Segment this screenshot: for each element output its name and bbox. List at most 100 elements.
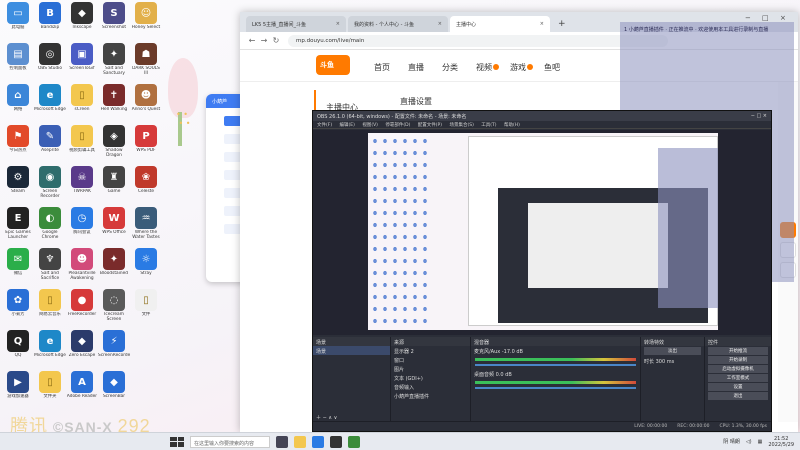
taskbar-search-input[interactable]: 在这里输入你要搜索的内容: [190, 435, 270, 448]
desktop-icon[interactable]: ☠ TWRPAK: [66, 166, 98, 199]
windows-start-icon[interactable]: [170, 436, 184, 447]
minimize-button[interactable]: −: [745, 14, 751, 22]
desktop-icon[interactable]: [130, 371, 162, 404]
close-icon[interactable]: ×: [540, 21, 544, 27]
desktop-icon[interactable]: ▯ 视频剪辑工具: [66, 125, 98, 158]
desktop-icon[interactable]: ♒ Where the Water Tastes: [130, 207, 162, 240]
desktop-icon[interactable]: ▤ 控制面板: [2, 43, 34, 76]
desktop-icon[interactable]: ✿ 小菊芳: [2, 289, 34, 322]
source-item[interactable]: 图片: [391, 364, 470, 373]
desktop-icon[interactable]: ✦ Salt and Sanctuary: [98, 43, 130, 76]
desktop-icon[interactable]: ◈ Shadow Dragon: [98, 125, 130, 158]
nav-video[interactable]: 视频: [476, 62, 499, 73]
browser-tab[interactable]: 我的资料 - 个人中心 - 斗鱼 ×: [348, 16, 448, 32]
desktop-icon[interactable]: ⚑ 今日热点: [2, 125, 34, 158]
new-tab-button[interactable]: +: [552, 19, 572, 32]
obs-menu-scene-collection[interactable]: 场景集合(S): [449, 123, 473, 128]
chrome-icon[interactable]: [348, 435, 360, 448]
desktop-icon[interactable]: ☗ DARK SOULS III: [130, 43, 162, 76]
scene-toolbar[interactable]: ＋ − ∧ ∨: [313, 412, 340, 421]
browser-tab[interactable]: LK5 5主播_直播间_斗鱼 ×: [246, 16, 346, 32]
desktop-icon[interactable]: E Epic Games Launcher: [2, 207, 34, 240]
desktop-icon[interactable]: ▯ 文件: [130, 289, 162, 322]
start-streaming-button[interactable]: 开始推流: [708, 347, 768, 355]
desktop-icon[interactable]: ▭ 此电脑: [2, 2, 34, 35]
browser-tab-active[interactable]: 主播中心 ×: [450, 16, 550, 32]
volume-slider[interactable]: [475, 364, 636, 366]
desktop-icon[interactable]: P WPS PDF: [130, 125, 162, 158]
reload-icon[interactable]: ↻: [270, 36, 282, 45]
desktop-icon[interactable]: B Bandizip: [34, 2, 66, 35]
obs-menu-docks[interactable]: 停靠部件(D): [385, 123, 410, 128]
volume-icon[interactable]: ◁): [746, 439, 752, 445]
settings-button[interactable]: 设置: [708, 383, 768, 391]
file-explorer-icon[interactable]: [294, 435, 306, 448]
nav-fishbar[interactable]: 鱼吧: [544, 62, 560, 73]
obs-menu-file[interactable]: 文件(F): [317, 123, 332, 128]
desktop-icon[interactable]: ▶ 游戏加速器: [2, 371, 34, 404]
desktop-icon[interactable]: ◐ Google Chrome: [34, 207, 66, 240]
desktop-icon[interactable]: ◌ Icecream Screen: [98, 289, 130, 322]
desktop-icon[interactable]: ▣ ScreenToGif: [66, 43, 98, 76]
desktop-icon[interactable]: ◎ OBS Studio: [34, 43, 66, 76]
forward-icon[interactable]: →: [258, 36, 270, 45]
desktop-icon[interactable]: ⚡ ScreenRecorder: [98, 330, 130, 363]
desktop-icon[interactable]: ✝ Hell Walking: [98, 84, 130, 117]
desktop-icon[interactable]: ❀ Celeste: [130, 166, 162, 199]
close-icon[interactable]: ×: [336, 21, 340, 27]
desktop-icon[interactable]: e Microsoft Edge: [34, 84, 66, 117]
obs-window-controls[interactable]: − □ ×: [751, 113, 767, 119]
transition-select[interactable]: 淡出: [644, 347, 701, 355]
obs-menu-help[interactable]: 帮助(H): [504, 123, 520, 128]
back-icon[interactable]: ←: [246, 36, 258, 45]
network-icon[interactable]: ▦: [758, 439, 763, 445]
scene-item[interactable]: 场景: [313, 346, 390, 355]
nav-games[interactable]: 游戏: [510, 62, 533, 73]
desktop-icon[interactable]: ◉ Screen Recorder: [34, 166, 66, 199]
virtual-camera-button[interactable]: 启动虚拟摄像机: [708, 365, 768, 373]
studio-mode-button[interactable]: 工作室模式: [708, 374, 768, 382]
nav-live[interactable]: 直播: [408, 62, 424, 73]
desktop-icon[interactable]: ◆ Inkscape: [66, 2, 98, 35]
obs-taskbar-icon[interactable]: [330, 435, 342, 448]
desktop-icon[interactable]: ♜ Game: [98, 166, 130, 199]
source-item[interactable]: 小葫芦直播插件: [391, 391, 470, 400]
source-item[interactable]: 显示器 2: [391, 346, 470, 355]
edge-icon[interactable]: [312, 435, 324, 448]
obs-menu-profile[interactable]: 配置文件(P): [418, 123, 442, 128]
volume-slider[interactable]: [475, 387, 636, 389]
source-item[interactable]: 窗口: [391, 355, 470, 364]
exit-button[interactable]: 退出: [708, 392, 768, 400]
desktop-icon[interactable]: A Adobe Reader: [66, 371, 98, 404]
nav-category[interactable]: 分类: [442, 62, 458, 73]
desktop-icon[interactable]: ☻ Anno's Quest: [130, 84, 162, 117]
task-view-icon[interactable]: [276, 435, 288, 448]
desktop-icon[interactable]: ✎ Aseprite: [34, 125, 66, 158]
clock[interactable]: 21:52 2022/5/29: [768, 436, 794, 448]
desktop-icon[interactable]: ♆ Salt and Sacrifice: [34, 248, 66, 281]
desktop-icon[interactable]: ✦ Bloodstained: [98, 248, 130, 281]
desktop-icon[interactable]: ☺ Honey Select: [130, 2, 162, 35]
desktop-icon[interactable]: W WPS Office: [98, 207, 130, 240]
desktop-icon[interactable]: ● FreeRecorder: [66, 289, 98, 322]
desktop-icon[interactable]: Q QQ: [2, 330, 34, 363]
close-window-button[interactable]: ×: [780, 14, 786, 22]
obs-menu-view[interactable]: 视图(V): [362, 123, 378, 128]
desktop-icon[interactable]: ◆ Zero Escape: [66, 330, 98, 363]
url-input[interactable]: mp.douyu.com/live/main: [288, 34, 668, 47]
desktop-icon[interactable]: ◆ ScreenBar: [98, 371, 130, 404]
obs-menu-tools[interactable]: 工具(T): [481, 123, 496, 128]
source-item[interactable]: 文本 (GDI+): [391, 373, 470, 382]
site-logo[interactable]: 斗鱼: [316, 55, 350, 75]
obs-menu-edit[interactable]: 编辑(E): [340, 123, 355, 128]
weather-status[interactable]: 阴 晴朗: [723, 438, 740, 445]
desktop-icon[interactable]: ▯ 文件夹: [34, 371, 66, 404]
desktop-icon[interactable]: ☻ Pleasantville Awakening: [66, 248, 98, 281]
nav-home[interactable]: 首页: [374, 62, 390, 73]
desktop-icon[interactable]: S Screenshot: [98, 2, 130, 35]
start-recording-button[interactable]: 开始录制: [708, 356, 768, 364]
close-icon[interactable]: ×: [438, 21, 442, 27]
desktop-icon[interactable]: ▯ 网易云音乐: [34, 289, 66, 322]
desktop-icon[interactable]: ⌂ 网络: [2, 84, 34, 117]
desktop-icon[interactable]: [130, 330, 162, 363]
